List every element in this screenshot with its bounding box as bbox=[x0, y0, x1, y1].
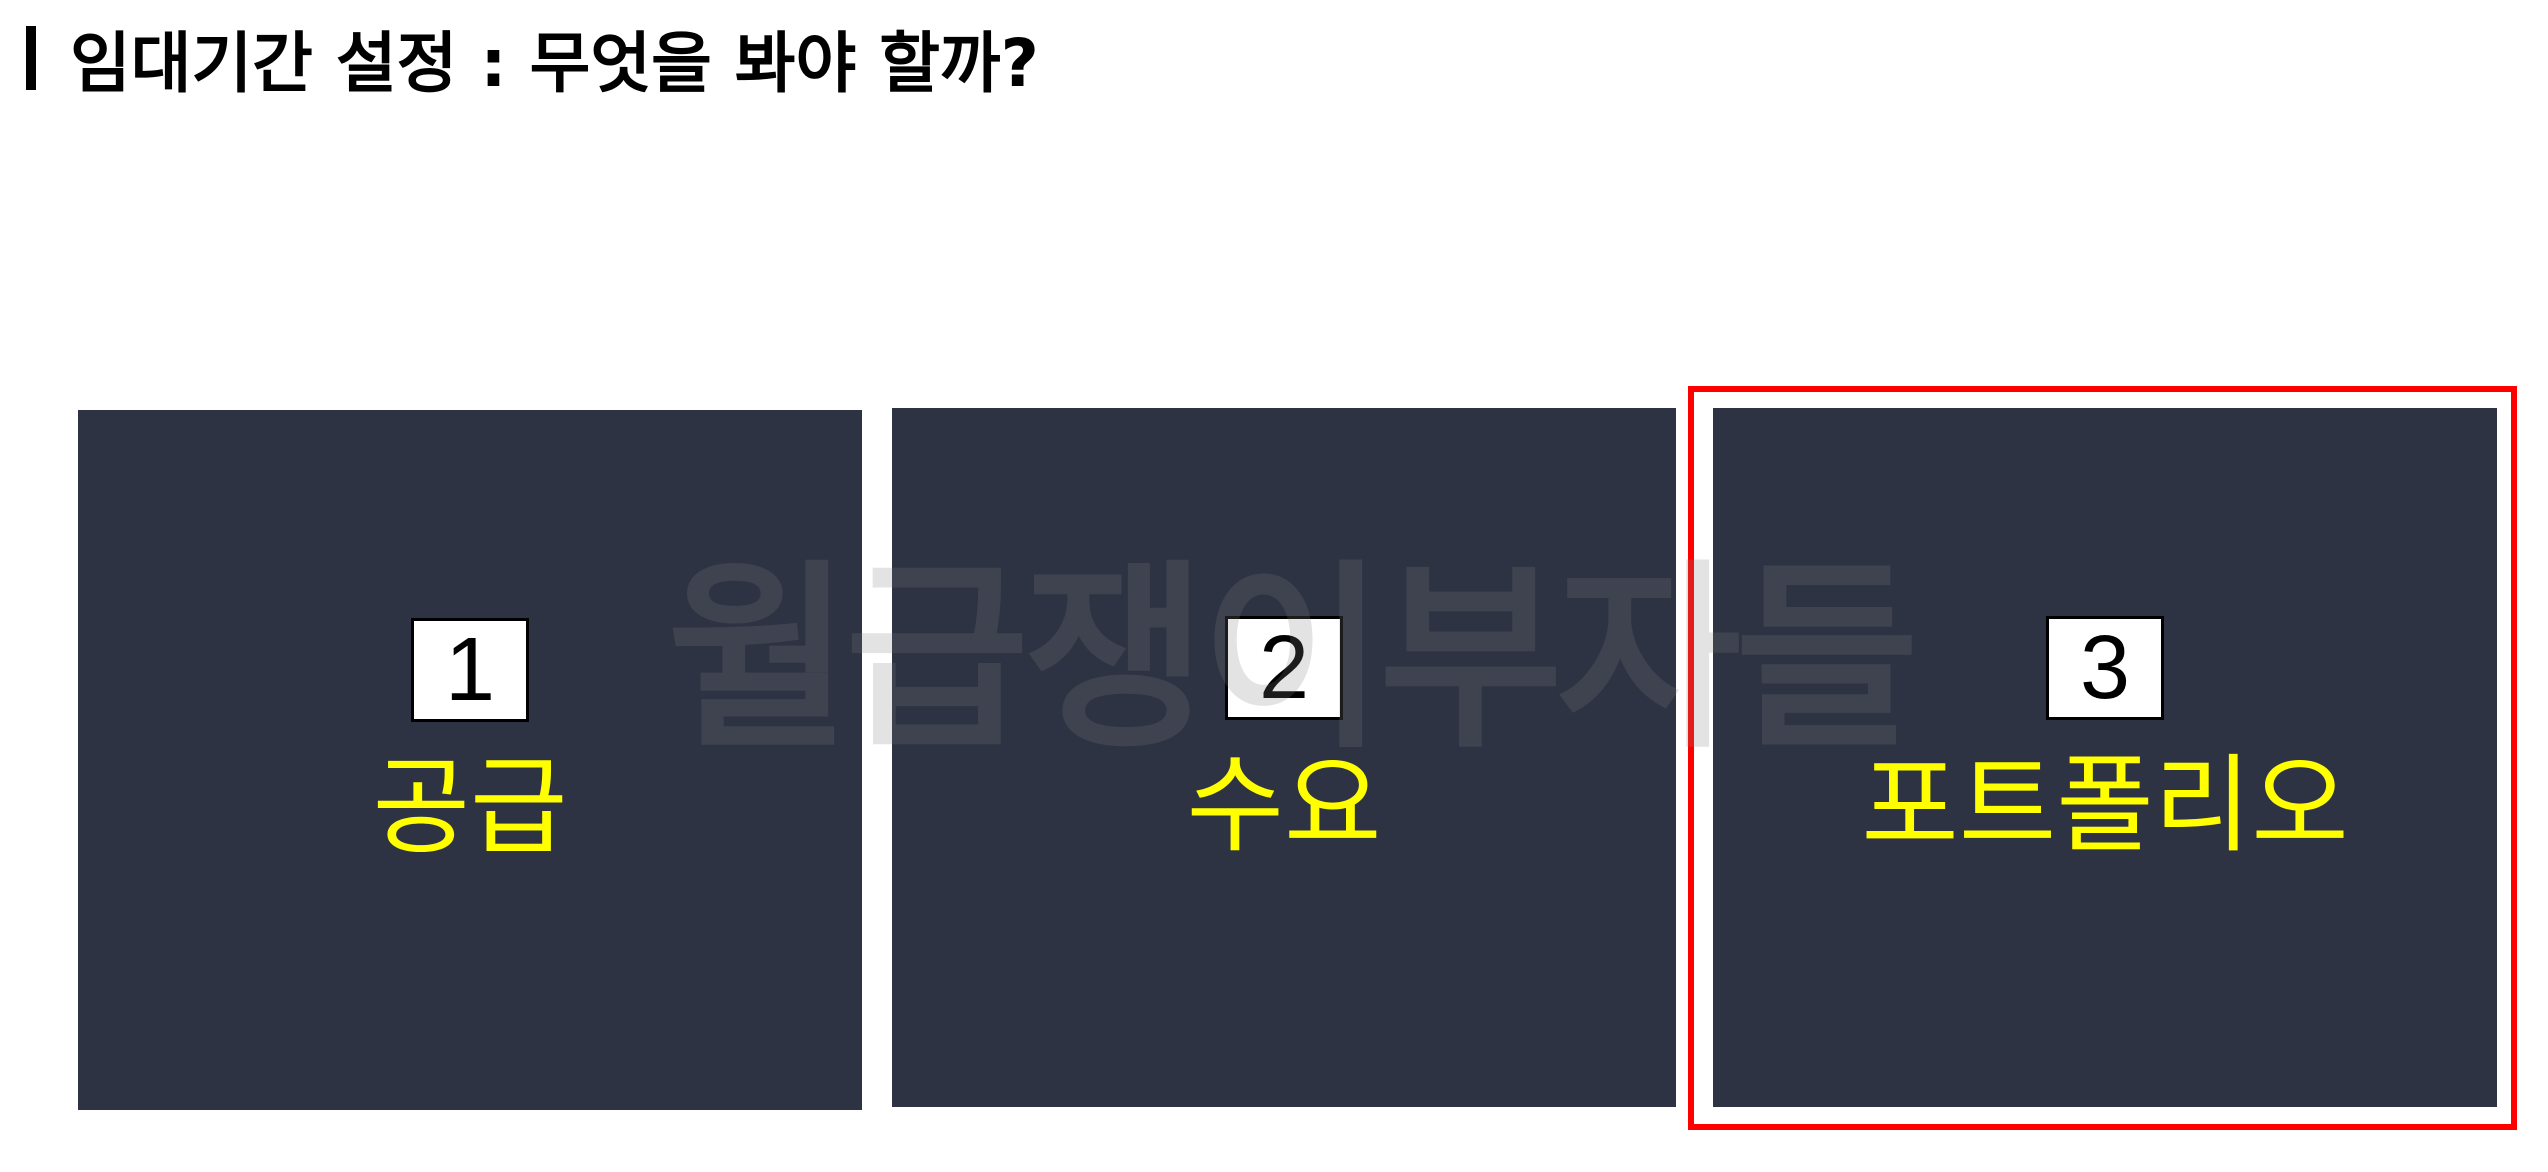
card-supply: 1 공급 bbox=[78, 410, 862, 1110]
card-number-badge: 1 bbox=[411, 618, 529, 722]
title-accent-bar bbox=[26, 26, 36, 90]
slide-title-text: 임대기간 설정 : 무엇을 봐야 할까? bbox=[70, 25, 1039, 102]
card-portfolio: 3 포트폴리오 bbox=[1713, 408, 2497, 1107]
card-label: 수요 bbox=[1186, 744, 1382, 867]
card-label: 포트폴리오 bbox=[1861, 744, 2349, 867]
card-number-badge: 2 bbox=[1225, 616, 1343, 720]
card-number-badge: 3 bbox=[2046, 616, 2164, 720]
slide-title: 임대기간 설정 : 무엇을 봐야 할까? bbox=[26, 8, 1039, 108]
card-label: 공급 bbox=[372, 746, 568, 869]
card-demand: 2 수요 bbox=[892, 408, 1676, 1107]
